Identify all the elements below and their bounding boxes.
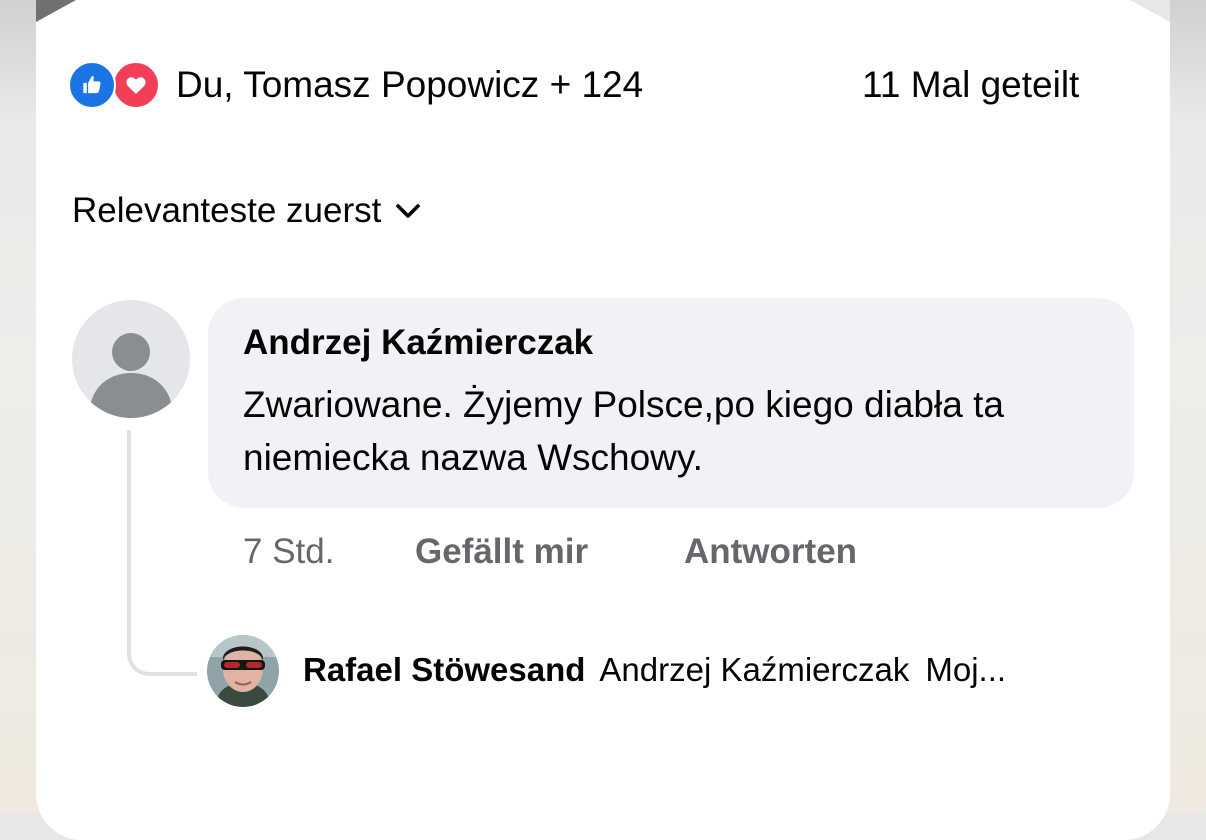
user-photo-icon <box>207 635 279 707</box>
reply-mention: Andrzej Kaźmierczak <box>599 651 910 688</box>
reply-snippet: Moj... <box>925 651 1007 688</box>
reaction-summary[interactable]: Du, Tomasz Popowicz + 124 <box>176 62 643 108</box>
like-button[interactable]: Gefällt mir <box>415 530 588 574</box>
sort-label: Relevanteste zuerst <box>72 191 382 230</box>
reply-preview[interactable]: Rafael Stöwesand Andrzej Kaźmierczak Moj..… <box>303 648 1006 692</box>
reaction-icons[interactable] <box>68 61 164 109</box>
comment-timestamp[interactable]: 7 Std. <box>243 530 334 574</box>
like-icon <box>68 61 116 109</box>
comment-author[interactable]: Andrzej Kaźmierczak <box>243 321 593 365</box>
reply-avatar[interactable] <box>207 635 279 707</box>
reply-button[interactable]: Antworten <box>684 530 857 574</box>
chevron-down-icon <box>393 196 423 226</box>
comment-text: Zwariowane. Żyjemy Polsce,po kiego diabł… <box>243 384 1004 478</box>
sort-dropdown[interactable]: Relevanteste zuerst <box>72 188 423 234</box>
love-icon <box>112 61 160 109</box>
share-count[interactable]: 11 Mal geteilt <box>862 62 1079 108</box>
reply-thread-line <box>127 430 197 676</box>
thumbs-up-icon <box>83 75 101 94</box>
avatar[interactable] <box>72 300 190 418</box>
reply-author[interactable]: Rafael Stöwesand <box>303 651 585 688</box>
default-avatar-icon <box>89 333 173 418</box>
heart-icon <box>126 77 146 94</box>
